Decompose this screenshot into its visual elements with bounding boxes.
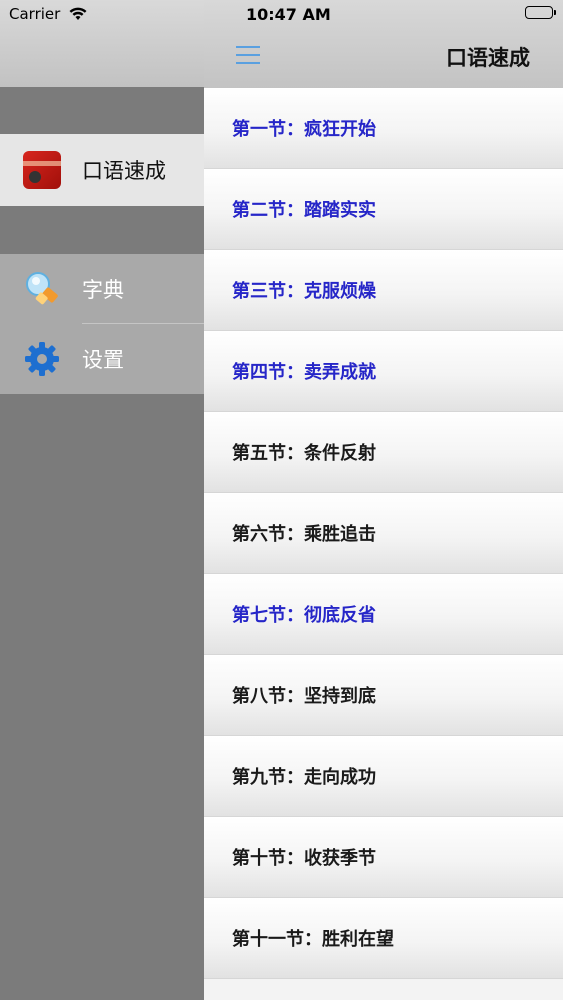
lesson-row[interactable]: 第二节：踏踏实实 <box>204 169 563 250</box>
lesson-row[interactable]: 第四节：卖弄成就 <box>204 331 563 412</box>
lesson-label: 第六节：乘胜追击 <box>232 524 376 545</box>
lesson-row[interactable]: 第六节：乘胜追击 <box>204 493 563 574</box>
lesson-label: 第二节：踏踏实实 <box>232 200 376 221</box>
app-logo-icon <box>22 150 62 190</box>
lesson-label: 第三节：克服烦燥 <box>232 281 376 302</box>
carrier-label: Carrier <box>9 5 61 23</box>
lesson-list: 第一节：疯狂开始 第二节：踏踏实实 第三节：克服烦燥 第四节：卖弄成就 第五节：… <box>204 88 563 979</box>
battery-icon <box>525 6 556 19</box>
drawer-item-spoken-course[interactable]: 口语速成 <box>0 134 204 206</box>
lesson-label: 第八节：坚持到底 <box>232 686 376 707</box>
lesson-row[interactable]: 第十节：收获季节 <box>204 817 563 898</box>
main-panel: 10:47 AM 口语速成 第一节：疯狂开始 第二节：踏踏实实 第三节：克服烦燥… <box>204 0 563 1000</box>
lesson-label: 第五节：条件反射 <box>232 443 376 464</box>
hamburger-menu-icon[interactable] <box>236 44 262 66</box>
lesson-row[interactable]: 第三节：克服烦燥 <box>204 250 563 331</box>
dictionary-icon <box>22 269 62 309</box>
lesson-label: 第十一节：胜利在望 <box>232 929 394 950</box>
lesson-row[interactable]: 第八节：坚持到底 <box>204 655 563 736</box>
navigation-bar: 10:47 AM 口语速成 <box>204 0 563 89</box>
lesson-row[interactable]: 第五节：条件反射 <box>204 412 563 493</box>
drawer-item-dictionary[interactable]: 字典 <box>0 254 204 324</box>
status-bar-left: Carrier <box>0 0 204 87</box>
drawer-item-label: 设置 <box>82 348 124 372</box>
lesson-row[interactable]: 第十一节：胜利在望 <box>204 898 563 979</box>
status-time: 10:47 AM <box>246 5 331 24</box>
drawer-item-label: 字典 <box>82 278 124 302</box>
page-title: 口语速成 <box>446 46 530 70</box>
lesson-label: 第九节：走向成功 <box>232 767 376 788</box>
lesson-label: 第七节：彻底反省 <box>232 605 376 626</box>
gear-icon <box>22 339 62 379</box>
lesson-label: 第十节：收获季节 <box>232 848 376 869</box>
side-drawer: Carrier 口语速成 字典 设置 <box>0 0 204 1000</box>
lesson-label: 第四节：卖弄成就 <box>232 362 376 383</box>
lesson-label: 第一节：疯狂开始 <box>232 119 376 140</box>
drawer-item-label: 口语速成 <box>82 159 166 183</box>
lesson-row[interactable]: 第一节：疯狂开始 <box>204 88 563 169</box>
drawer-item-settings[interactable]: 设置 <box>0 324 204 394</box>
lesson-row[interactable]: 第九节：走向成功 <box>204 736 563 817</box>
wifi-icon <box>68 6 88 25</box>
lesson-row[interactable]: 第七节：彻底反省 <box>204 574 563 655</box>
